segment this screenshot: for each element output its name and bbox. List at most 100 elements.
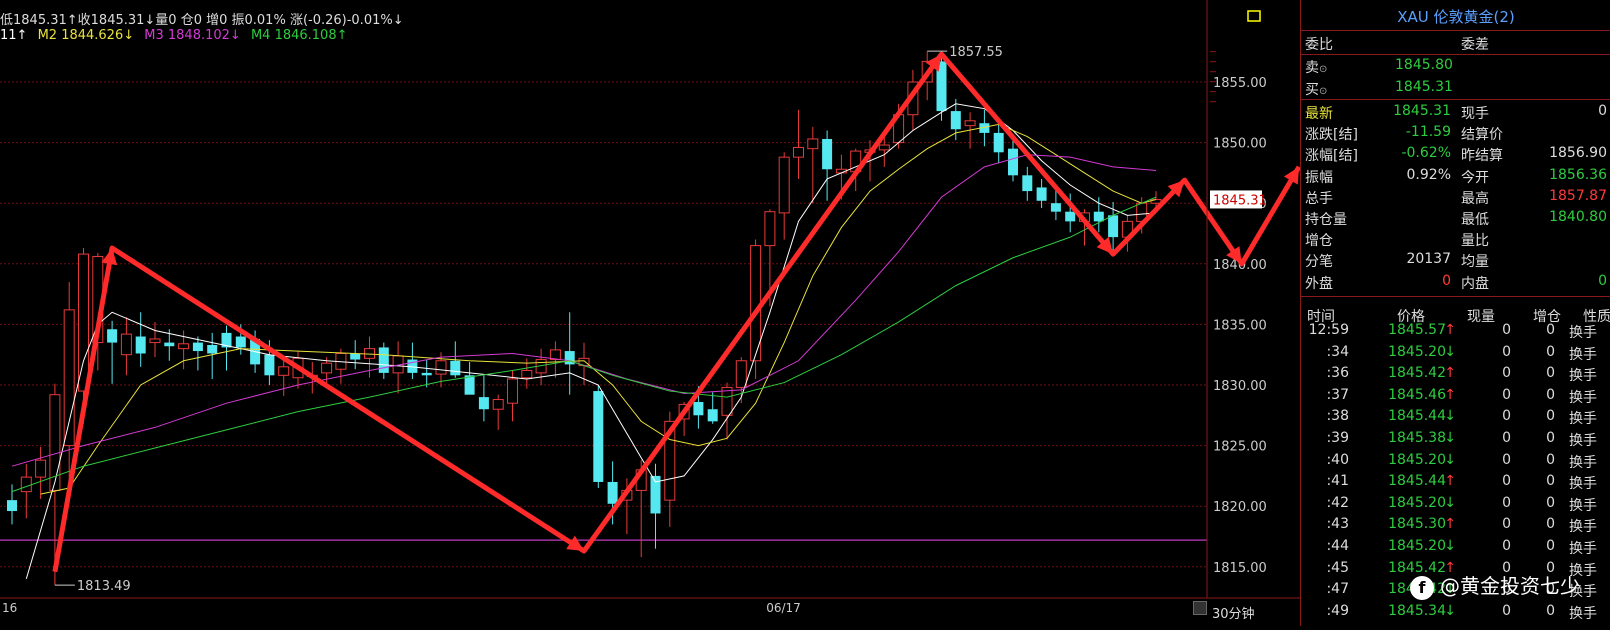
candle-body (7, 500, 17, 512)
tick-price: 1845.20 (1388, 451, 1446, 468)
weibi-row: 委比 委差 (1301, 32, 1610, 54)
stat-value: 20137 (1406, 251, 1451, 268)
annotations: 1857.55 1813.49 (54, 45, 1003, 594)
y-tick-label: 1825.00 (1213, 440, 1267, 455)
candle-body (778, 156, 790, 214)
info-icon: ⊙ (1319, 64, 1328, 75)
candle-body (478, 397, 489, 410)
x-tick-label: 16 (2, 601, 17, 615)
tick-direction-icon: ↑ (1444, 516, 1456, 533)
watermark-text: @黄金投资七少 (1440, 574, 1580, 598)
candle-body (1036, 187, 1047, 201)
stats-row: 最新 1845.31 现手 0 (1301, 101, 1610, 123)
stat-label: 最低 (1461, 212, 1489, 228)
tick-volume: 0 (1502, 386, 1511, 403)
tick-nature: 换手 (1569, 497, 1597, 514)
y-tick-label: 1855.00 (1213, 76, 1267, 91)
tick-nature: 换手 (1569, 454, 1597, 471)
kline-chart[interactable]: 1855.001850.001845.001840.001835.001830.… (0, 0, 1302, 626)
candle-body (35, 459, 47, 478)
annotation-label: 1813.49 (77, 579, 131, 594)
candle-body (78, 253, 89, 392)
tick-row: :43 1845.30 ↑ 0 0 换手 (1301, 514, 1610, 536)
tick-nature: 换手 (1569, 433, 1597, 449)
tick-row: :38 1845.44 ↓ 0 0 换手 (1301, 406, 1610, 428)
stat-value: -11.59 (1405, 124, 1451, 141)
candle-body (1050, 203, 1061, 212)
tick-time: :49 (1326, 602, 1349, 619)
x-tick-label: 06/17 (766, 601, 801, 615)
tick-oi-change: 0 (1546, 451, 1555, 468)
tick-direction-icon: ↑ (1444, 365, 1456, 382)
candle-body (793, 146, 804, 158)
stat-value: 1857.87 (1549, 187, 1607, 204)
y-tick-label: 1820.00 (1213, 500, 1267, 515)
stat-label: 内盘 (1461, 275, 1489, 292)
tick-volume: 0 (1502, 343, 1511, 360)
stat-label: 分笔 (1305, 254, 1333, 271)
stat-label: 总手 (1305, 190, 1333, 207)
info-icon: ⊙ (1319, 86, 1328, 97)
tick-time: :44 (1326, 538, 1349, 554)
tick-row: :40 1845.20 ↓ 0 0 换手 (1301, 450, 1610, 472)
stats-row: 涨幅[结] -0.62% 昨结算 1856.90 (1301, 143, 1610, 165)
tick-time: :45 (1326, 559, 1349, 576)
stat-label: 最新 (1305, 106, 1333, 122)
stats-row: 总手 最高 1857.87 (1301, 186, 1610, 208)
tick-price: 1845.20 (1388, 494, 1446, 511)
candle-body (421, 372, 432, 376)
tick-direction-icon: ↓ (1444, 602, 1456, 619)
stat-label: 今开 (1461, 169, 1489, 186)
kline-chart-area[interactable]: 1855.001850.001845.001840.001835.001830.… (0, 0, 1302, 626)
tick-nature: 换手 (1569, 605, 1597, 622)
tick-row: :36 1845.42 ↑ 0 0 换手 (1301, 363, 1610, 385)
tick-direction-icon: ↓ (1444, 408, 1456, 425)
tick-row: :44 1845.20 ↓ 0 0 换手 (1301, 536, 1610, 558)
scroll-handle[interactable] (1193, 601, 1207, 615)
tick-row: :34 1845.20 ↓ 0 0 换手 (1301, 342, 1610, 364)
tick-volume: 0 (1502, 602, 1511, 619)
tick-direction-icon: ↓ (1444, 430, 1456, 446)
tick-time: :40 (1326, 451, 1349, 468)
tick-nature: 换手 (1569, 389, 1597, 406)
tick-row: 12:59 1845.57 ↑ 0 0 换手 (1301, 320, 1610, 342)
tick-oi-change: 0 (1546, 386, 1555, 403)
stat-label: 振幅 (1305, 169, 1333, 186)
candle-body (492, 399, 504, 410)
tick-volume: 0 (1502, 451, 1511, 468)
period-selector[interactable]: 30分钟 (1212, 603, 1255, 622)
stat-value: 0 (1598, 103, 1607, 119)
tick-time: :38 (1326, 408, 1349, 425)
ma-legend: 11↑ M2 1844.626↓ M3 1848.102↓ M4 1846.10… (0, 28, 348, 43)
trend-arrow-path (52, 51, 1302, 573)
stat-value: 0 (1598, 272, 1607, 289)
candle-body (207, 345, 218, 354)
watermark: f @黄金投资七少 (1410, 570, 1580, 600)
candle-body (593, 391, 604, 482)
stat-label: 持仓量 (1305, 212, 1347, 228)
candle-body (164, 342, 175, 347)
candle-body (735, 360, 747, 388)
candle-body (149, 338, 161, 344)
toolbar-square-icon[interactable] (1247, 10, 1261, 22)
tick-oi-change: 0 (1546, 430, 1555, 446)
candle-body (192, 342, 203, 352)
stat-value: 1856.90 (1549, 145, 1607, 162)
buy-row: 买⊙ 1845.31 (1301, 77, 1610, 99)
weibi-label: 委比 (1305, 37, 1333, 53)
tick-direction-icon: ↓ (1444, 343, 1456, 360)
tick-direction-icon: ↓ (1444, 494, 1456, 511)
instrument-title: XAU 伦敦黄金(2) (1397, 8, 1515, 26)
candle-body (235, 336, 246, 348)
candle-body (607, 481, 618, 504)
ma-line (25, 103, 1157, 580)
stat-value: 1856.36 (1549, 166, 1607, 183)
candle-body (1008, 148, 1018, 176)
stats-row: 增仓 量比 (1301, 228, 1610, 250)
candle-body (507, 378, 518, 404)
stat-value: -0.62% (1401, 145, 1451, 162)
candle-body (278, 366, 290, 376)
buy-price: 1845.31 (1395, 79, 1453, 95)
stat-label: 外盘 (1305, 275, 1333, 292)
candle-body (135, 336, 146, 354)
